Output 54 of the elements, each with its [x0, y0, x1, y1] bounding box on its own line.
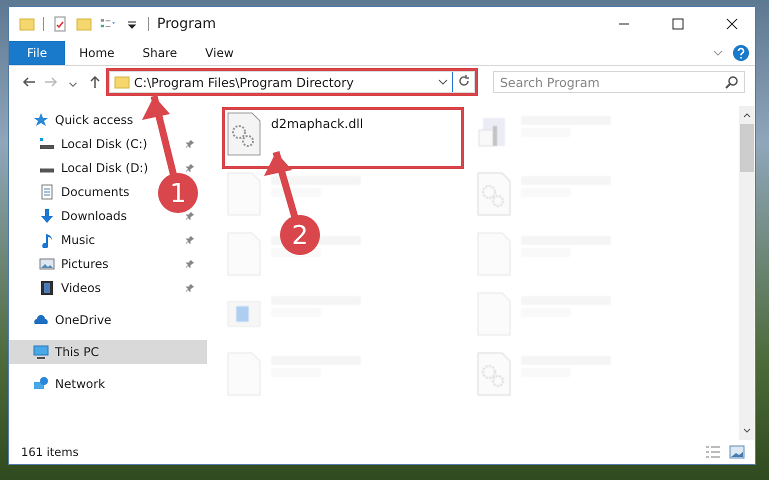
- sidebar-item[interactable]: Local Disk (C:): [9, 132, 207, 156]
- sidebar-item[interactable]: Videos: [9, 276, 207, 300]
- gear-file-icon: [477, 172, 511, 216]
- step-number-badge: 1: [158, 173, 198, 213]
- properties-icon[interactable]: [52, 16, 68, 32]
- close-icon: [726, 18, 738, 30]
- maximize-icon: [672, 18, 684, 30]
- chevron-down-icon: [69, 82, 77, 86]
- folder-icon: [114, 74, 130, 90]
- refresh-icon: [456, 74, 470, 88]
- drive-icon: [39, 136, 55, 152]
- download-icon: [39, 208, 55, 224]
- sidebar-item[interactable]: Quick access: [9, 108, 207, 132]
- ribbon-tab[interactable]: Share: [128, 41, 192, 65]
- drive-icon: [39, 168, 55, 173]
- sidebar-item[interactable]: This PC: [9, 340, 207, 364]
- pin-icon[interactable]: [185, 235, 195, 245]
- star-icon: [33, 112, 49, 128]
- sidebar-item[interactable]: Pictures: [9, 252, 207, 276]
- pin-icon[interactable]: [185, 139, 195, 149]
- details-view-icon[interactable]: [705, 445, 721, 459]
- file-item[interactable]: d2maphack.dll: [225, 110, 461, 166]
- help-icon[interactable]: [733, 45, 749, 61]
- sidebar-item[interactable]: Network: [9, 372, 207, 396]
- pin-icon[interactable]: [185, 163, 195, 173]
- picture-icon: [39, 256, 55, 272]
- document-icon: [39, 184, 55, 200]
- network-icon: [33, 376, 49, 392]
- pin-icon[interactable]: [185, 259, 195, 269]
- gear-file-icon: [477, 352, 511, 396]
- pin-icon[interactable]: [185, 211, 195, 221]
- item-count: 161 items: [21, 445, 80, 459]
- large-icons-view-icon[interactable]: [729, 445, 745, 459]
- ribbon-tab[interactable]: File: [9, 41, 66, 65]
- music-note-icon: [39, 232, 55, 248]
- scrollbar[interactable]: [739, 106, 755, 440]
- ribbon-tab[interactable]: View: [191, 41, 248, 65]
- search-icon: [725, 75, 739, 89]
- step-number-badge: 2: [280, 215, 320, 255]
- chevron-down-icon[interactable]: [438, 77, 448, 87]
- film-icon: [39, 280, 55, 296]
- sidebar-item[interactable]: Music: [9, 228, 207, 252]
- window-title: Program: [157, 16, 218, 32]
- sidebar-item[interactable]: OneDrive: [9, 308, 207, 332]
- search-field[interactable]: Search Program: [493, 71, 745, 93]
- folder-icon[interactable]: [19, 16, 35, 32]
- ribbon-tab[interactable]: Home: [65, 41, 129, 65]
- pin-icon[interactable]: [185, 283, 195, 293]
- address-bar[interactable]: C:\Program Files\Program Directory: [109, 71, 475, 93]
- gear-file-icon: [227, 112, 261, 156]
- monitor-icon: [33, 344, 49, 360]
- chevron-icon[interactable]: [713, 48, 723, 58]
- new-folder-icon[interactable]: [76, 16, 92, 32]
- scroll-thumb[interactable]: [740, 124, 754, 172]
